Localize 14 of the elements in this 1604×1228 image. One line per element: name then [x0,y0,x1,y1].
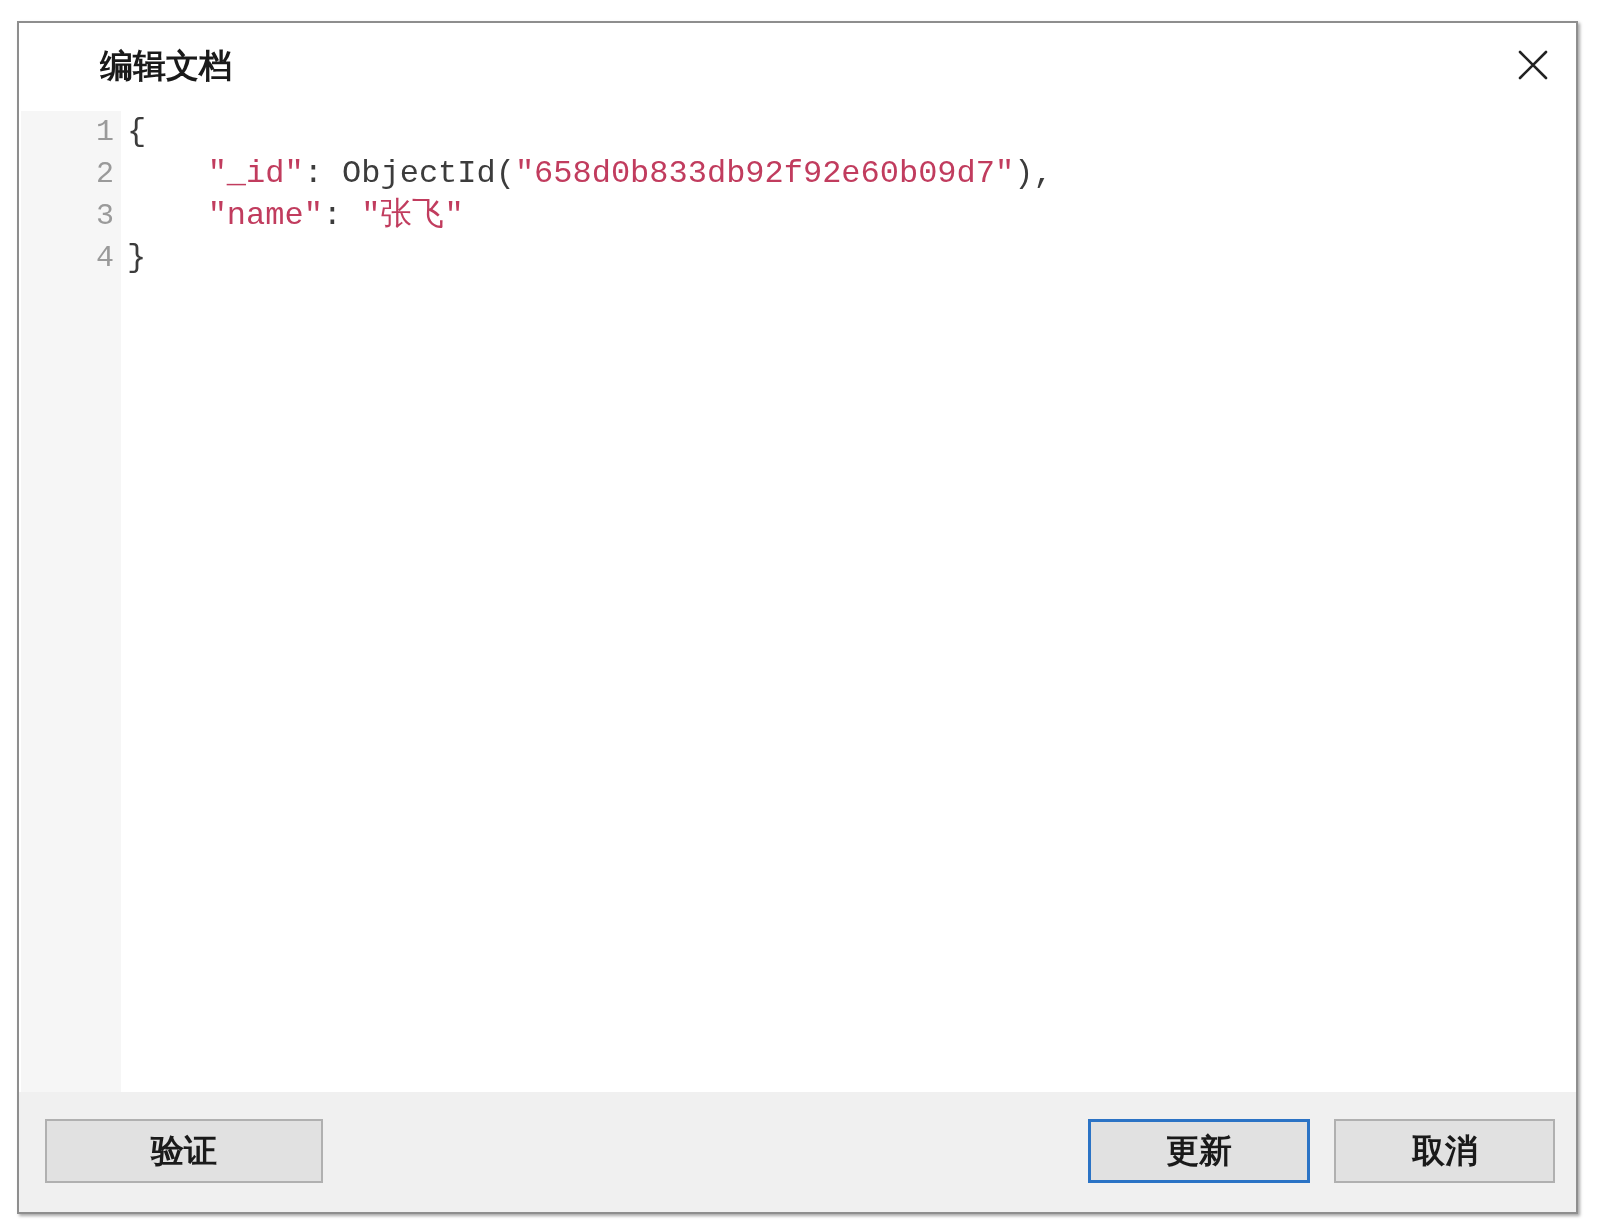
code-line: } [127,238,147,278]
code-line: "name": "张飞" [207,196,464,236]
line-number: 2 [96,156,114,193]
line-number: 1 [96,114,114,151]
dialog-button[interactable]: 更新 [1088,1119,1310,1183]
dialog-button[interactable]: 验证 [45,1119,323,1183]
code-line: "_id": ObjectId("658d0b833db92f92e60b09d7"), [207,154,1053,194]
close-button[interactable] [1516,48,1550,82]
line-number: 3 [96,198,114,235]
close-icon [1518,50,1548,80]
line-number: 4 [96,240,114,277]
dialog-button[interactable]: 取消 [1334,1119,1555,1183]
dialog-title: 编辑文档 [100,48,232,82]
code-line: { [127,112,147,152]
